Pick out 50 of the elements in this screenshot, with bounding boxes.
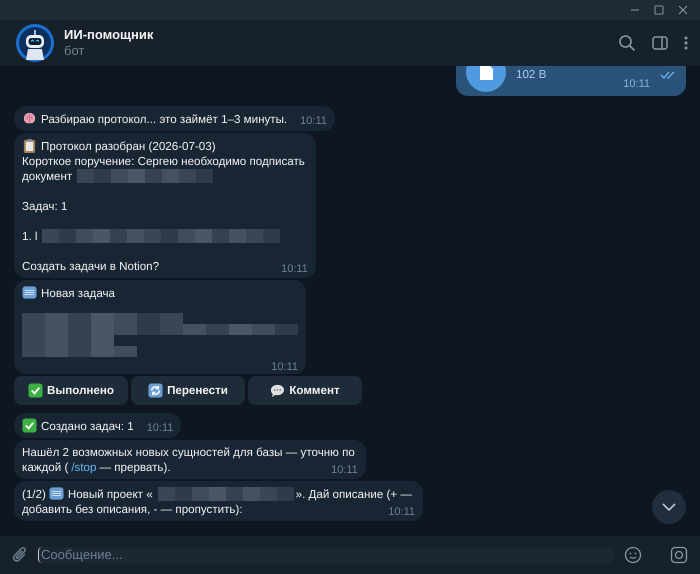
message-text: ». Дай описание (+ — <box>296 488 412 501</box>
message-time: 10:11 <box>623 76 650 92</box>
brain-icon <box>22 111 37 126</box>
chat-subtitle: бот <box>64 43 86 59</box>
chat-title: ИИ-помощник <box>64 27 154 43</box>
new-icon <box>22 285 37 300</box>
scroll-down-button[interactable] <box>652 490 686 524</box>
message-text: Нашёл 2 возможных новых сущностей для базы — уточню по <box>22 446 355 459</box>
message-text: — прервать). <box>99 461 171 474</box>
clipboard-icon <box>22 138 37 153</box>
inline-button[interactable]: Выполнено <box>14 376 128 405</box>
bot-avatar <box>16 24 54 62</box>
camera-icon[interactable] <box>670 546 688 564</box>
message-text: 1. l <box>22 230 38 243</box>
message-text: (1/2) <box>22 488 46 501</box>
message-text: Короткое поручение: Сергею необходимо подписать <box>22 155 305 168</box>
search-icon[interactable] <box>618 34 636 52</box>
file-size: 102 B <box>516 67 548 84</box>
chevron-down-icon <box>662 503 676 511</box>
command-link[interactable]: /stop <box>71 461 96 474</box>
message-text: Создать задачи в Notion? <box>22 260 160 273</box>
check-icon <box>22 418 37 433</box>
inline-button[interactable]: Перенести <box>131 376 245 405</box>
attach-icon[interactable] <box>12 546 28 564</box>
message-time: 10:11 <box>271 360 298 374</box>
check-icon <box>28 383 43 398</box>
inline-button[interactable]: Коммент <box>248 376 362 405</box>
refresh-icon <box>148 383 164 398</box>
close-button[interactable] <box>678 5 688 15</box>
message-text: добавить без описания, - — пропустить): <box>22 503 243 516</box>
message-text: Создано задач: 1 <box>41 420 134 433</box>
emoji-icon[interactable] <box>624 546 642 564</box>
message-text: документ <box>22 170 72 183</box>
maximize-button[interactable] <box>654 5 664 15</box>
new-icon <box>48 486 64 501</box>
message-time: 10:11 <box>331 463 358 477</box>
message-time: 10:11 <box>146 421 174 435</box>
message-time: 10:11 <box>300 114 327 128</box>
speech-bubble-icon <box>270 383 286 398</box>
message-text: Задач: 1 <box>22 200 68 213</box>
more-options-icon[interactable] <box>684 35 688 51</box>
message-text: каждой ( <box>22 461 68 474</box>
message-time: 10:11 <box>388 505 415 519</box>
message-text: Разбираю протокол... это займёт 1–3 минуты. <box>41 113 288 126</box>
message-time: 10:11 <box>281 262 308 276</box>
sidebar-toggle-icon[interactable] <box>652 35 668 51</box>
message-text: Протокол разобран (2026-07-03) <box>41 140 216 153</box>
message-text: Новая задача <box>41 287 116 300</box>
message-text: Новый проект « <box>68 488 153 501</box>
message-field[interactable]: Сообщение... <box>38 547 614 563</box>
